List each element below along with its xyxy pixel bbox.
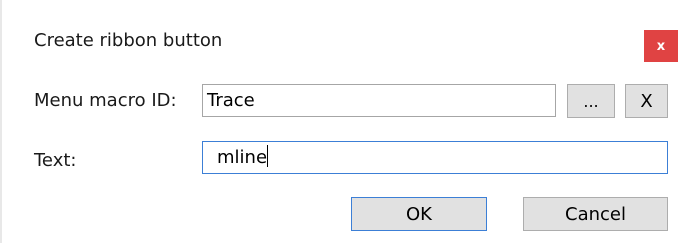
menu-macro-id-input[interactable]: Trace [202, 84, 556, 117]
cancel-button[interactable]: Cancel [523, 197, 668, 231]
text-label: Text: [34, 150, 77, 171]
ok-button[interactable]: OK [351, 197, 487, 231]
text-caret [267, 145, 269, 167]
clear-icon: X [640, 90, 653, 112]
close-button[interactable]: x [644, 30, 678, 62]
ok-button-label: OK [406, 203, 432, 225]
clear-macro-button[interactable]: X [625, 84, 668, 118]
cancel-button-label: Cancel [565, 203, 626, 225]
close-icon: x [656, 38, 666, 54]
menu-macro-id-label: Menu macro ID: [34, 90, 177, 111]
dialog-title: Create ribbon button [34, 30, 223, 51]
ellipsis-icon: ... [583, 91, 599, 111]
text-value: mline [217, 147, 268, 168]
menu-macro-id-value: Trace [207, 90, 255, 111]
browse-macro-button[interactable]: ... [567, 84, 615, 118]
window-edge [0, 0, 2, 243]
text-input[interactable]: mline [202, 141, 668, 174]
create-ribbon-button-dialog: Create ribbon button x Menu macro ID: Tr… [0, 0, 678, 243]
